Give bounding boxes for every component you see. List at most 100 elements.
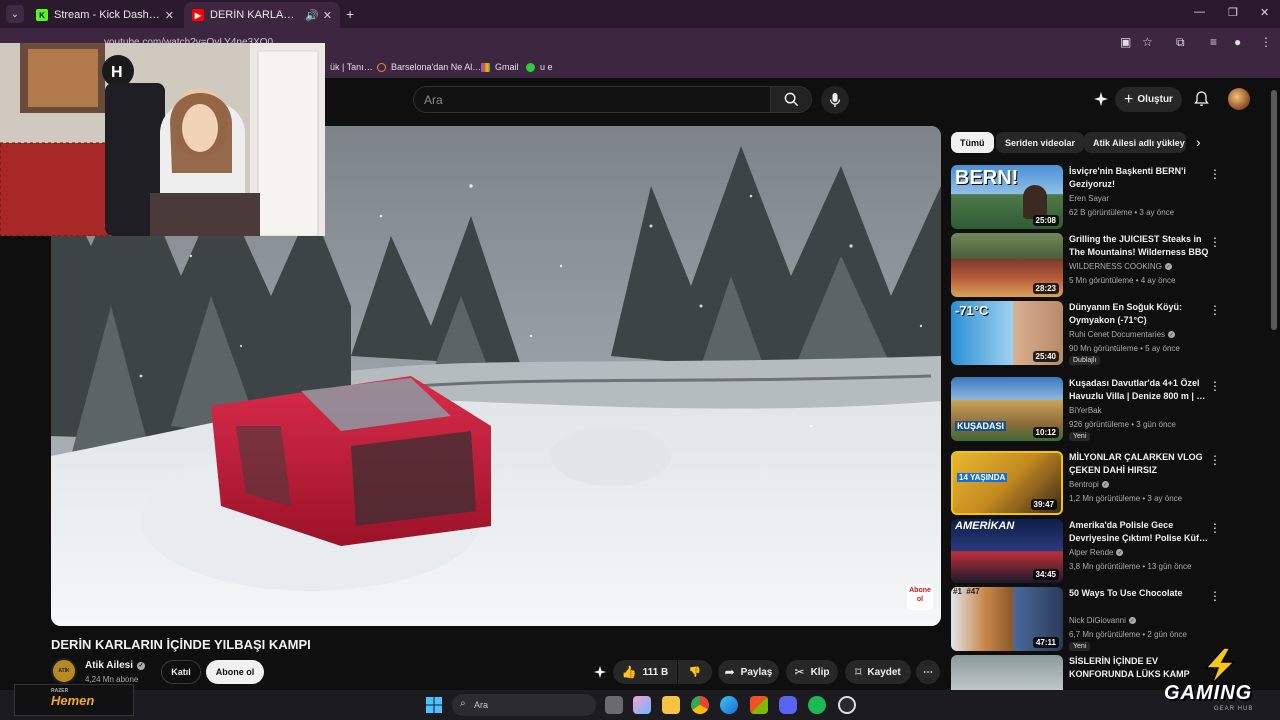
recommendation-item[interactable]: -71°C 25:40 Dünyanın En Soğuk Köyü: Oymy… xyxy=(951,301,1261,365)
channel-name[interactable]: Eren Sayar xyxy=(1069,194,1109,203)
more-options-icon[interactable]: ⋮ xyxy=(1209,167,1221,181)
menu-icon[interactable]: ⋮ xyxy=(1260,35,1272,49)
chevron-right-icon[interactable]: › xyxy=(1196,134,1201,150)
more-actions-button[interactable]: ⋯ xyxy=(916,660,940,684)
create-button[interactable]: + Oluştur xyxy=(1115,87,1182,112)
minimize-button[interactable]: — xyxy=(1194,6,1205,18)
video-meta: 62 B görüntüleme • 3 ay önce xyxy=(1069,208,1175,217)
video-title[interactable]: 50 Ways To Use Chocolate xyxy=(1069,587,1209,600)
file-explorer-icon[interactable] xyxy=(662,696,680,714)
video-thumbnail[interactable]: BERN! 25:08 xyxy=(951,165,1063,229)
discord-icon[interactable] xyxy=(779,696,797,714)
search-button[interactable] xyxy=(770,86,812,113)
recommendation-item[interactable]: #1 #47 47:11 50 Ways To Use Chocolate Ni… xyxy=(951,587,1261,651)
more-options-icon[interactable]: ⋮ xyxy=(1209,235,1221,249)
channel-name[interactable]: WILDERNESS COOKING ✓ xyxy=(1069,262,1172,271)
voice-search-button[interactable] xyxy=(821,86,849,114)
maximize-button[interactable]: ❐ xyxy=(1228,6,1238,19)
channel-name[interactable]: BiYerBak xyxy=(1069,406,1102,415)
video-title[interactable]: Amerika'da Polisle Gece Devriyesine Çıkt… xyxy=(1069,519,1209,545)
user-avatar[interactable] xyxy=(1228,88,1250,110)
task-view-icon[interactable] xyxy=(605,696,623,714)
more-options-icon[interactable]: ⋮ xyxy=(1209,589,1221,603)
obs-icon[interactable] xyxy=(838,696,856,714)
video-title[interactable]: Grilling the JUICIEST Steaks in The Moun… xyxy=(1069,233,1209,259)
recommendation-item[interactable]: AMERİKAN 34:45 Amerika'da Polisle Gece D… xyxy=(951,519,1261,583)
search-input[interactable] xyxy=(414,87,770,112)
save-button[interactable]: ⌑ Kaydet xyxy=(845,660,911,684)
edge-icon[interactable] xyxy=(720,696,738,714)
chrome-icon[interactable] xyxy=(691,696,709,714)
bookmark-item[interactable]: ük | Tanı… xyxy=(330,62,373,72)
subscribe-button[interactable]: Abone ol xyxy=(206,660,264,684)
recommendation-item[interactable]: 28:23 Grilling the JUICIEST Steaks in Th… xyxy=(951,233,1261,297)
video-duration: 25:08 xyxy=(1032,215,1059,226)
ask-sparkle-icon[interactable] xyxy=(593,665,607,679)
bookmark-item[interactable]: Barselona'dan Ne Al… xyxy=(377,62,481,72)
video-thumbnail[interactable]: 14 YAŞINDA 39:47 xyxy=(951,451,1063,515)
video-thumbnail[interactable]: #1 #47 47:11 xyxy=(951,587,1063,651)
close-icon[interactable]: ✕ xyxy=(323,9,332,22)
speaker-icon[interactable]: 🔊 xyxy=(305,9,319,22)
channel-name[interactable]: Nick DiGiovanni ✓ xyxy=(1069,616,1136,625)
copilot-icon[interactable] xyxy=(633,696,651,714)
subscribe-watermark[interactable]: Abone ol xyxy=(907,584,933,610)
channel-avatar[interactable]: ATİK xyxy=(51,658,77,684)
more-options-icon[interactable]: ⋮ xyxy=(1209,379,1221,393)
video-thumbnail[interactable]: -71°C 25:40 xyxy=(951,301,1063,365)
video-thumbnail[interactable]: AMERİKAN 34:45 xyxy=(951,519,1063,583)
dislike-button[interactable]: 👎 xyxy=(678,660,712,684)
channel-name[interactable]: Atik Ailesi ✓ xyxy=(85,660,145,671)
like-button[interactable]: 👍 111 B xyxy=(613,660,677,684)
close-icon[interactable]: ✕ xyxy=(165,9,174,22)
window-close-button[interactable]: ✕ xyxy=(1260,6,1269,19)
share-button[interactable]: ➦ Paylaş xyxy=(718,660,779,684)
chip-all[interactable]: Tümü xyxy=(951,132,994,153)
video-thumbnail[interactable]: KUŞADASI 10:12 xyxy=(951,377,1063,441)
bookmark-label: u e xyxy=(540,62,553,72)
new-tab-button[interactable]: + xyxy=(346,6,354,22)
clip-button[interactable]: ✂ Klip xyxy=(786,660,838,684)
recommendation-item[interactable]: 14 YAŞINDA 39:47 MİLYONLAR ÇALARKEN VLOG… xyxy=(951,451,1261,515)
video-title[interactable]: Dünyanın En Soğuk Köyü: Oymyakon (-71°C) xyxy=(1069,301,1209,327)
verified-icon: ✓ xyxy=(1128,617,1136,625)
recommendation-item[interactable]: KUŞADASI 10:12 Kuşadası Davutlar'da 4+1 … xyxy=(951,377,1261,441)
chip-series[interactable]: Seriden videolar xyxy=(996,132,1085,153)
cast-icon[interactable]: ▣ xyxy=(1120,35,1131,49)
spotify-icon[interactable] xyxy=(808,696,826,714)
scrollbar[interactable] xyxy=(1271,90,1277,330)
channel-name[interactable]: Ruhi Cenet Documentaries ✓ xyxy=(1069,330,1176,339)
bookmark-item[interactable]: u e xyxy=(526,62,553,72)
sparkle-icon[interactable] xyxy=(1092,90,1110,108)
more-options-icon[interactable]: ⋮ xyxy=(1209,453,1221,467)
profile-icon[interactable]: ● xyxy=(1234,35,1241,49)
star-icon[interactable]: ☆ xyxy=(1142,35,1153,49)
more-options-icon[interactable]: ⋮ xyxy=(1209,521,1221,535)
video-thumbnail[interactable]: 28:23 xyxy=(951,233,1063,297)
video-title[interactable]: Kuşadası Davutlar'da 4+1 Özel Havuzlu Vi… xyxy=(1069,377,1209,403)
verified-icon: ✓ xyxy=(1164,263,1172,271)
media-icon[interactable]: ≡ xyxy=(1210,35,1217,49)
more-options-icon[interactable]: ⋮ xyxy=(1209,303,1221,317)
taskbar-search[interactable]: ⌕ Ara xyxy=(452,694,596,716)
channel-name[interactable]: Bentropi ✓ xyxy=(1069,480,1109,489)
store-icon[interactable] xyxy=(750,696,768,714)
chip-channel[interactable]: Atik Ailesi adlı yükley xyxy=(1084,132,1186,153)
notifications-icon[interactable] xyxy=(1192,90,1210,108)
video-title[interactable]: İsviçre'nin Başkenti BERN'i Geziyoruz! xyxy=(1069,165,1209,191)
video-thumbnail[interactable] xyxy=(951,655,1063,690)
bookmark-item[interactable]: Gmail xyxy=(481,62,519,72)
extensions-icon[interactable]: ⧉ xyxy=(1176,35,1185,50)
tab-kick-dashboard[interactable]: K Stream - Kick Dashboard ✕ xyxy=(28,2,182,28)
windows-start-icon[interactable] xyxy=(425,696,443,714)
promo-tag: RAZER xyxy=(51,688,69,694)
recommendation-item[interactable]: BERN! 25:08 İsviçre'nin Başkenti BERN'i … xyxy=(951,165,1261,229)
tab-youtube-video[interactable]: ▶ DERİN KARLARIN İÇİNDE YI 🔊 ✕ xyxy=(184,2,340,28)
channel-name[interactable]: Alper Rende ✓ xyxy=(1069,548,1124,557)
channel-name-text: Nick DiGiovanni xyxy=(1069,616,1126,625)
bookmark-label: Barselona'dan Ne Al… xyxy=(391,62,482,72)
search-box[interactable] xyxy=(413,86,771,113)
join-button[interactable]: Katıl xyxy=(161,660,201,684)
tab-search-icon[interactable]: ⌄ xyxy=(6,5,24,23)
video-title[interactable]: MİLYONLAR ÇALARKEN VLOG ÇEKEN DAHİ HIRSI… xyxy=(1069,451,1209,477)
